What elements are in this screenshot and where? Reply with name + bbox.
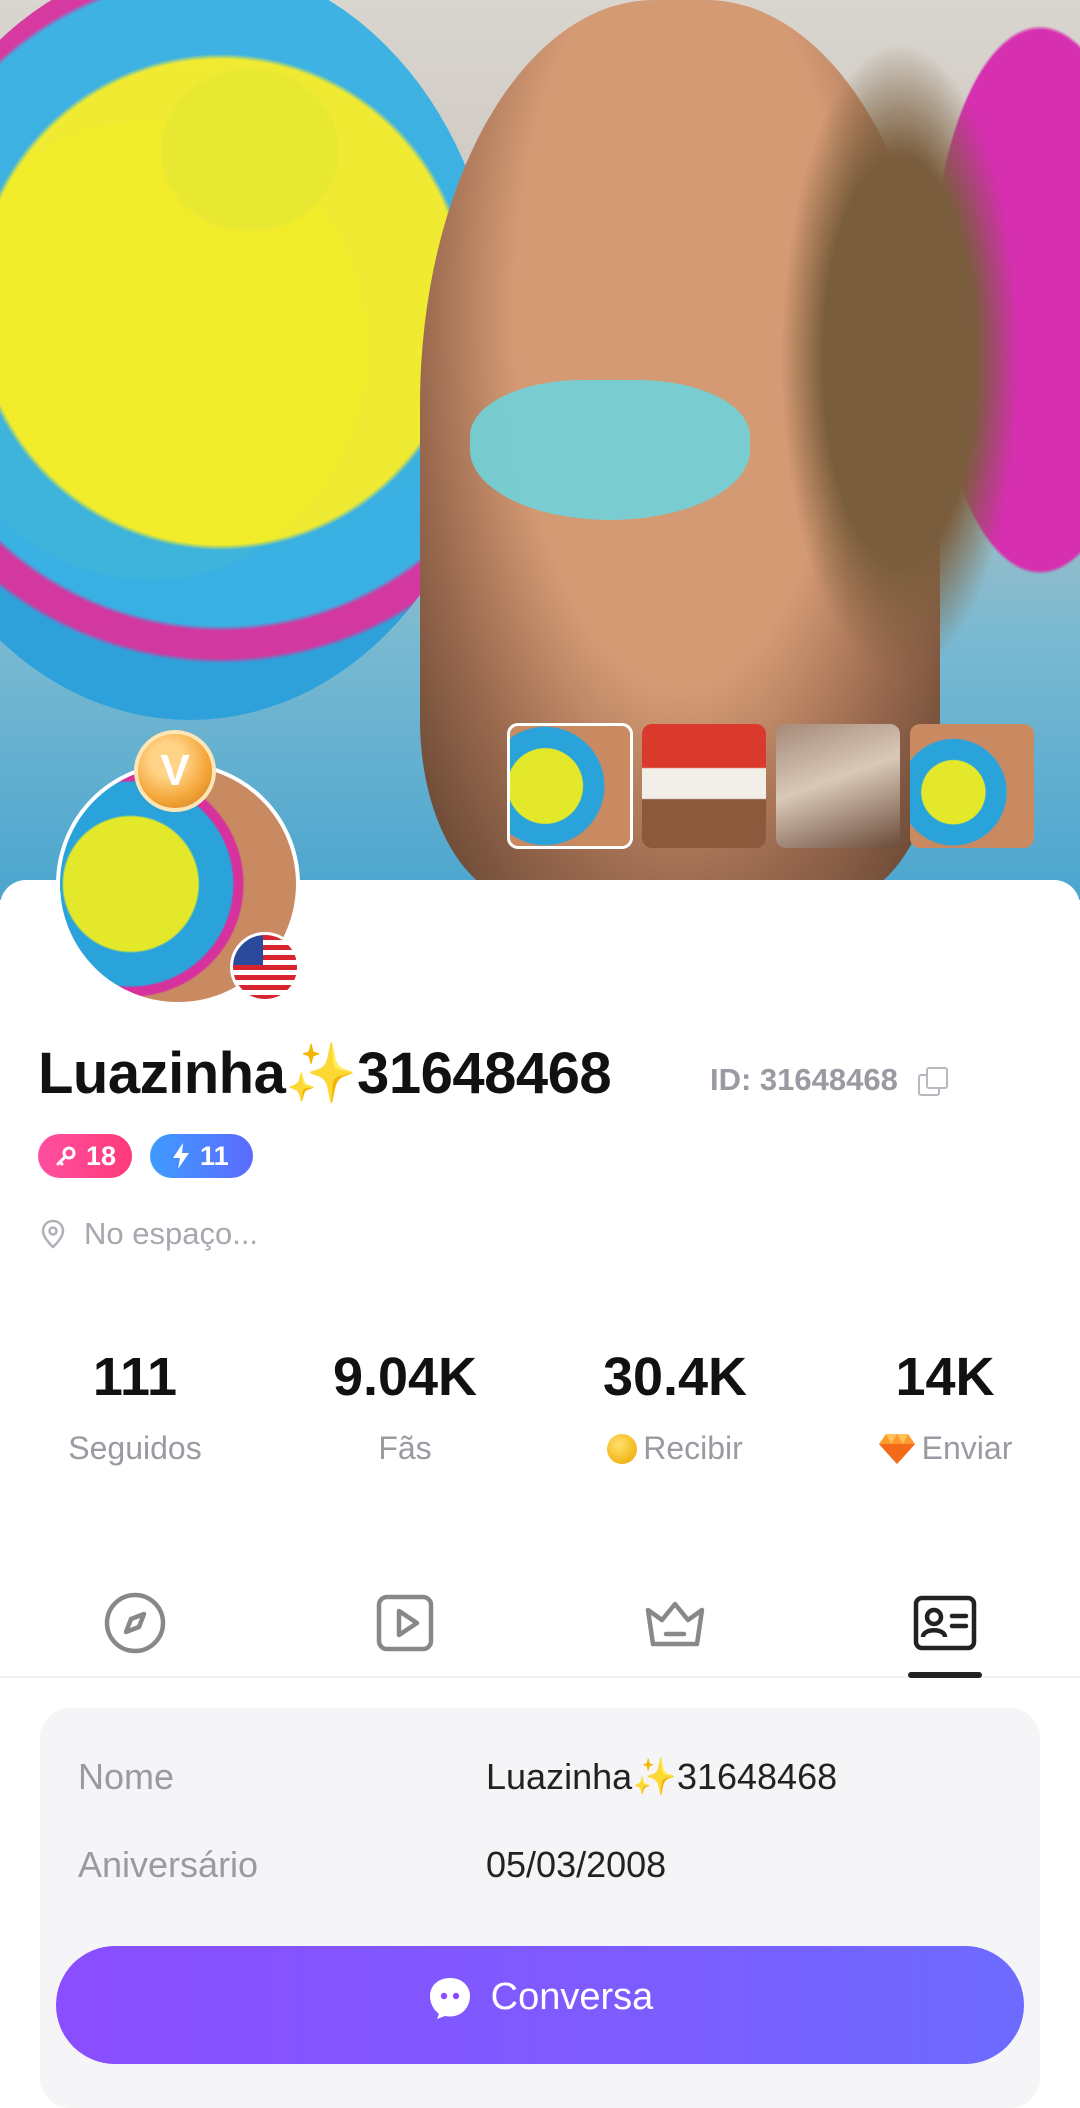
- stat-fans-label: Fãs: [378, 1430, 432, 1466]
- diamond-icon: [878, 1433, 915, 1464]
- stat-following-value: 111: [92, 1347, 178, 1407]
- tab-honors[interactable]: [540, 1590, 810, 1676]
- crown-icon: [645, 1601, 705, 1647]
- user-id-text: ID: 31648468: [710, 1062, 898, 1097]
- level-badges: 18 11: [38, 1134, 253, 1178]
- wealth-level-value: 18: [86, 1140, 117, 1171]
- chat-button[interactable]: Conversa: [56, 1946, 1024, 2064]
- stat-following-label: Seguidos: [68, 1430, 202, 1466]
- vip-letter: V: [160, 746, 190, 795]
- stat-following[interactable]: 111 Seguidos: [0, 1346, 270, 1467]
- stat-fans-value: 9.04K: [332, 1347, 478, 1407]
- info-value-birthday: 05/03/2008: [486, 1844, 667, 1885]
- tab-videos[interactable]: [270, 1590, 540, 1676]
- avatar-container: V: [56, 730, 300, 1006]
- info-label-name: Nome: [78, 1756, 175, 1797]
- info-row-name: Nome Luazinha✨31648468: [78, 1756, 998, 1798]
- location-pin-icon: [41, 1219, 65, 1249]
- stat-received-value: 30.4K: [602, 1347, 748, 1407]
- stat-received-label: Recibir: [643, 1430, 743, 1466]
- charm-level-value: 11: [200, 1140, 229, 1171]
- charm-level-badge: 11: [150, 1134, 253, 1178]
- info-row-birthday: Aniversário 05/03/2008: [78, 1844, 998, 1886]
- stats-row: 111 Seguidos 9.04K Fãs 30.4K Recibir 14K…: [0, 1346, 1080, 1467]
- vip-badge: V: [134, 730, 216, 812]
- photo-thumbnail-1[interactable]: [507, 723, 633, 849]
- bikini-shape: [470, 380, 750, 520]
- lightning-icon: [173, 1143, 190, 1169]
- chat-bubble-icon: [429, 1978, 470, 2019]
- info-label-birthday: Aniversário: [78, 1844, 259, 1885]
- coin-icon: [607, 1433, 638, 1464]
- user-id: ID: 31648468: [710, 1062, 948, 1098]
- id-card-icon: [913, 1595, 977, 1651]
- stat-fans[interactable]: 9.04K Fãs: [270, 1346, 540, 1467]
- location: No espaço...: [38, 1216, 258, 1252]
- hair-shape: [780, 40, 1020, 680]
- key-icon: [56, 1146, 76, 1166]
- us-flag-icon: [230, 932, 300, 1002]
- compass-icon: [104, 1592, 166, 1654]
- location-text: No espaço...: [84, 1216, 259, 1251]
- info-value-name: Luazinha✨31648468: [486, 1756, 838, 1797]
- stat-sent[interactable]: 14K Enviar: [810, 1346, 1080, 1467]
- stat-sent-label: Enviar: [921, 1430, 1013, 1466]
- photo-thumbnails: [507, 723, 1034, 849]
- profile-tabs: [0, 1590, 1080, 1678]
- photo-thumbnail-3[interactable]: [776, 724, 900, 848]
- tab-profile-info[interactable]: [810, 1590, 1080, 1678]
- photo-thumbnail-4[interactable]: [910, 724, 1034, 848]
- play-icon: [376, 1594, 434, 1652]
- wealth-level-badge: 18: [38, 1134, 133, 1178]
- stat-sent-value: 14K: [895, 1347, 995, 1407]
- stat-received[interactable]: 30.4K Recibir: [540, 1346, 810, 1467]
- tab-moments[interactable]: [0, 1590, 270, 1676]
- chat-button-label: Conversa: [490, 1976, 654, 2018]
- profile-name: Luazinha✨31648468: [38, 1041, 612, 1106]
- copy-icon[interactable]: [917, 1067, 948, 1096]
- photo-thumbnail-2[interactable]: [642, 724, 766, 848]
